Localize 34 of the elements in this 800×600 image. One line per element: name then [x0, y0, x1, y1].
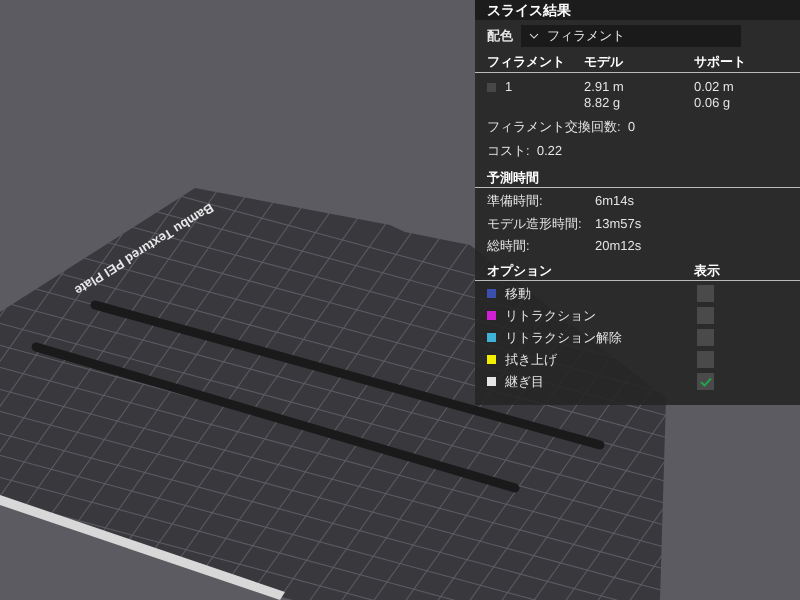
support-usage: 0.06 g: [694, 95, 732, 111]
time-value: 13m57s: [595, 214, 642, 232]
summary-text: コスト: 0.22: [487, 142, 564, 160]
model-usage: 2.91 m: [584, 79, 625, 95]
color-scheme-label: 配色: [487, 27, 513, 46]
time-label: 準備時間:: [487, 192, 544, 210]
check-icon: [700, 376, 712, 386]
column-header: オプション: [487, 262, 553, 280]
time-value: 20m12s: [595, 237, 642, 255]
show-checkbox[interactable]: [697, 351, 714, 368]
summary-text: フィラメント交換回数: 0: [487, 118, 636, 136]
time-value: 6m14s: [595, 192, 636, 210]
color-scheme-dropdown[interactable]: フィラメント: [521, 25, 741, 47]
show-checkbox[interactable]: [697, 373, 714, 390]
option-label: 継ぎ目: [505, 372, 544, 391]
option-label: 拭き上げ: [505, 350, 557, 369]
column-header: モデル: [584, 52, 624, 71]
filament-number: 1: [505, 79, 512, 95]
time-label: 総時間:: [487, 237, 531, 255]
column-header: 表示: [694, 262, 721, 280]
option-label: リトラクション: [505, 306, 596, 325]
show-checkbox[interactable]: [697, 285, 714, 302]
show-checkbox[interactable]: [697, 307, 714, 324]
model-usage: 8.82 g: [584, 95, 622, 111]
chevron-down-icon: [529, 33, 539, 39]
support-usage: 0.02 m: [694, 79, 735, 95]
option-label: リトラクション解除: [505, 328, 622, 347]
option-label: 移動: [505, 284, 531, 303]
column-header: フィラメント: [487, 52, 566, 71]
column-header: サポート: [694, 52, 747, 71]
section-title: 予測時間: [487, 168, 539, 187]
time-label: モデル造形時間:: [487, 214, 583, 232]
panel-title: スライス結果: [487, 0, 571, 20]
show-checkbox[interactable]: [697, 329, 714, 346]
